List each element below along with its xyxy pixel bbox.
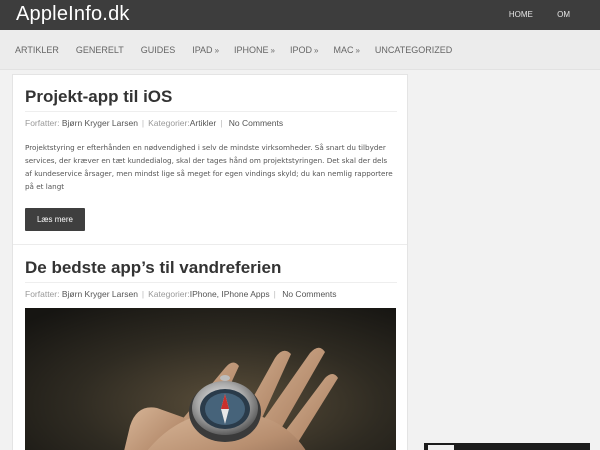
post-excerpt: Projektstyring er efterhånden en nødvend… — [25, 143, 393, 191]
category-link[interactable]: IPhone, IPhone Apps — [190, 289, 270, 299]
author-link[interactable]: Bjørn Kryger Larsen — [62, 118, 138, 128]
post-title-link[interactable]: Projekt-app til iOS — [25, 87, 172, 107]
nav-om-link[interactable]: OM — [557, 10, 570, 19]
post-meta: Forfatter: Bjørn Kryger Larsen | Kategorie… — [25, 282, 397, 299]
menu-item-iphone[interactable]: IPHONE» — [234, 45, 275, 55]
featured-image[interactable] — [25, 308, 396, 450]
menu-item-guides[interactable]: GUIDES — [141, 45, 178, 55]
read-more-button[interactable]: Læs mere — [25, 208, 85, 231]
widget-header — [428, 445, 454, 450]
site-logo[interactable]: AppleInfo.dk — [16, 3, 130, 26]
menu-item-ipod[interactable]: IPOD» — [290, 45, 318, 55]
author-link[interactable]: Bjørn Kryger Larsen — [62, 289, 138, 299]
post-card: De bedste app’s til vandreferien Forfatt… — [13, 246, 407, 450]
nav-home-link[interactable]: HOME — [509, 10, 533, 19]
menu-item-artikler[interactable]: ARTIKLER — [15, 45, 61, 55]
submenu-arrow-icon: » — [314, 46, 319, 55]
top-nav: HOME OM — [487, 10, 570, 19]
comments-link[interactable]: No Comments — [229, 118, 283, 128]
category-link[interactable]: Artikler — [190, 118, 216, 128]
post-meta: Forfatter: Bjørn Kryger Larsen | Kategorie… — [25, 111, 397, 128]
category-menu: ARTIKLER GENERELT GUIDES IPAD» IPHONE» I… — [0, 30, 600, 70]
submenu-arrow-icon: » — [214, 46, 220, 55]
menu-item-mac[interactable]: MAC» — [333, 45, 359, 55]
submenu-arrow-icon: » — [270, 46, 275, 55]
top-bar: AppleInfo.dk HOME OM — [0, 0, 600, 30]
menu-item-ipad[interactable]: IPAD» — [192, 45, 219, 55]
submenu-arrow-icon: » — [355, 46, 360, 55]
comments-link[interactable]: No Comments — [282, 289, 336, 299]
sidebar-widget — [424, 443, 590, 450]
menu-item-generelt[interactable]: GENERELT — [76, 45, 126, 55]
post-title-link[interactable]: De bedste app’s til vandreferien — [25, 258, 281, 278]
hand-compass-photo — [25, 308, 396, 450]
menu-item-uncategorized[interactable]: UNCATEGORIZED — [375, 45, 454, 55]
post-card: Projekt-app til iOS Forfatter: Bjørn Kry… — [13, 75, 407, 245]
content-area: Projekt-app til iOS Forfatter: Bjørn Kry… — [12, 74, 408, 450]
